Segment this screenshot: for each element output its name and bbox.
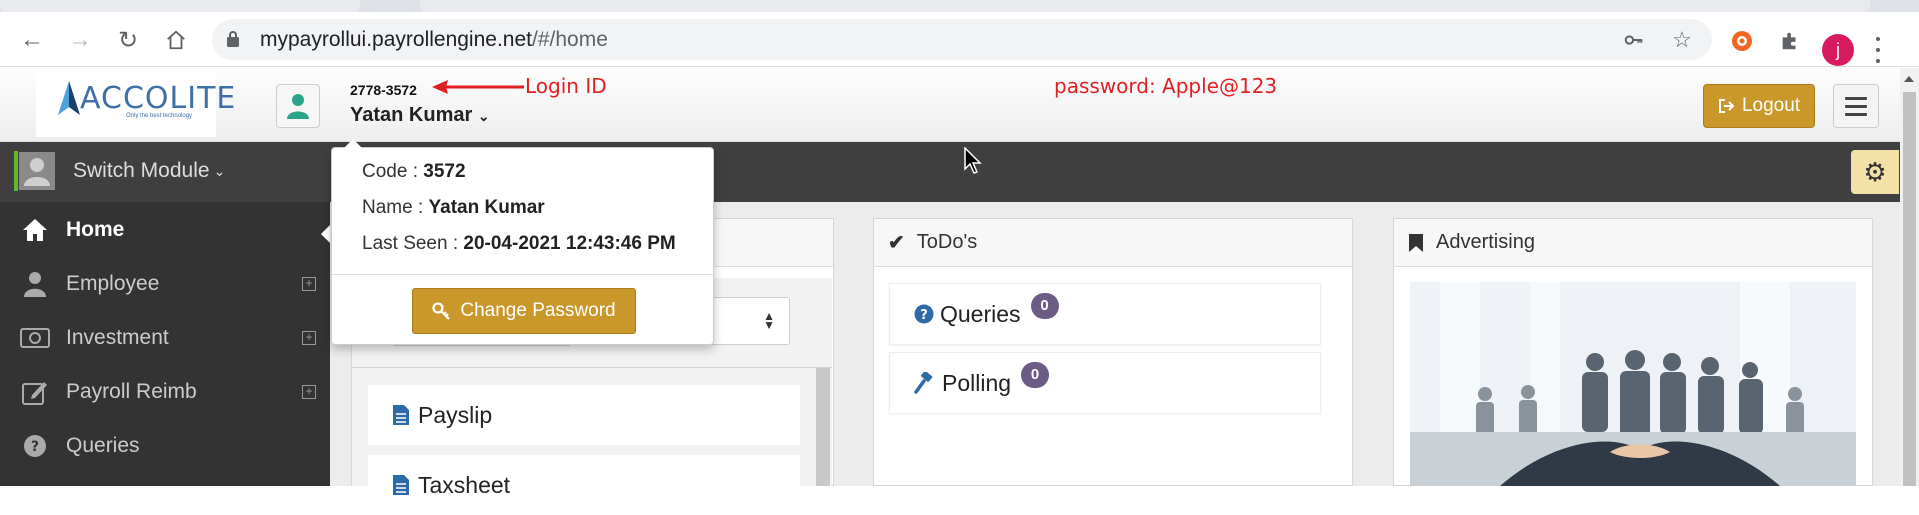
key-icon [432, 302, 451, 320]
switch-module-label: Switch Module [73, 159, 210, 182]
logo-mark-icon [58, 81, 80, 115]
question-icon: ? [914, 304, 934, 324]
logo-text: ACCOLITE [80, 81, 237, 116]
sidebar-item-payroll-reimb[interactable]: Payroll Reimb + [0, 365, 330, 419]
change-password-button[interactable]: Change Password [412, 288, 636, 334]
count-badge: 0 [1021, 362, 1050, 388]
app-header: ACCOLITE Only the best technology 2778-3… [0, 68, 1900, 142]
browser-toolbar: ← → ↻ mypayrollui.payrollengine.net/#/ho… [0, 12, 1919, 67]
panel-header: ✔ ToDo's [874, 219, 1352, 267]
switch-module-dropdown[interactable]: Switch Module ⌄ [14, 151, 225, 191]
puzzle-icon[interactable] [1776, 27, 1804, 55]
browser-tab-active[interactable] [420, 0, 1870, 12]
lock-icon [227, 31, 239, 47]
browser-tab[interactable] [0, 0, 360, 12]
list-scrollbar[interactable] [816, 368, 830, 486]
edit-icon [20, 377, 50, 407]
panel-header: Advertising [1394, 219, 1872, 267]
module-avatar [19, 152, 55, 190]
scroll-up-icon[interactable] [1904, 76, 1914, 82]
home-icon[interactable] [158, 22, 194, 58]
question-icon: ? [20, 431, 50, 461]
advertising-image[interactable] [1410, 282, 1856, 486]
logout-button[interactable]: Logout [1703, 84, 1815, 128]
popup-name-row: Name : Yatan Kumar [362, 197, 545, 218]
sidebar-item-label: Employee [66, 272, 160, 295]
popup-caret [344, 139, 362, 148]
count-badge: 0 [1030, 293, 1059, 319]
sidebar-item-label: Payroll Reimb [66, 380, 197, 403]
browser-menu-icon[interactable] [1872, 34, 1884, 66]
svg-text:?: ? [31, 439, 39, 455]
expand-plus-icon[interactable]: + [302, 385, 316, 399]
address-bar[interactable]: mypayrollui.payrollengine.net/#/home ☆ [212, 19, 1712, 60]
todo-polling[interactable]: Polling 0 [889, 352, 1321, 414]
list-item-taxsheet[interactable]: Taxsheet [368, 455, 800, 515]
logo-tagline: Only the best technology [126, 113, 193, 119]
popup-divider [332, 274, 715, 275]
page-scrollbar[interactable] [1900, 68, 1919, 486]
sidebar-item-label: Investment [66, 326, 169, 349]
forward-icon[interactable]: → [62, 22, 98, 58]
user-name-dropdown[interactable]: Yatan Kumar ⌄ [350, 104, 490, 127]
bookmark-icon [1409, 233, 1423, 252]
svg-text:?: ? [920, 308, 928, 323]
document-icon [393, 475, 409, 495]
user-icon [287, 94, 309, 119]
url-text: mypayrollui.payrollengine.net/#/home [260, 28, 608, 51]
browser-tab-strip [0, 0, 1919, 12]
annotation-login-id: Login ID [525, 74, 607, 98]
scrollbar-thumb[interactable] [1903, 92, 1916, 486]
sign-out-icon [1718, 99, 1735, 113]
reload-icon[interactable]: ↻ [110, 22, 146, 58]
expand-plus-icon[interactable]: + [302, 331, 316, 345]
expand-plus-icon[interactable]: + [302, 277, 316, 291]
user-icon [20, 269, 50, 299]
back-icon[interactable]: ← [14, 22, 50, 58]
popup-code-row: Code : 3572 [362, 161, 466, 182]
gavel-icon [914, 372, 933, 394]
todo-queries[interactable]: ? Queries 0 [889, 283, 1321, 345]
extension-icon[interactable] [1728, 27, 1756, 55]
module-bar [0, 142, 1900, 202]
chevron-down-icon: ⌄ [213, 162, 226, 179]
list-item-payslip[interactable]: Payslip [368, 385, 800, 445]
mouse-cursor-icon [964, 147, 982, 174]
sidebar-item-label: Home [66, 218, 125, 241]
active-indicator [14, 151, 18, 191]
home-icon [20, 215, 50, 245]
login-id: 2778-3572 [350, 82, 417, 98]
sidebar-item-investment[interactable]: Investment + [0, 311, 330, 365]
panel-title: Advertising [1436, 231, 1535, 253]
menu-toggle-button[interactable] [1833, 84, 1879, 128]
sidebar-item-queries[interactable]: ? Queries [0, 419, 330, 473]
money-icon [20, 323, 50, 353]
document-icon [393, 405, 409, 425]
annotation-password: password: Apple@123 [1054, 74, 1278, 98]
panel-title: ToDo's [916, 231, 978, 253]
company-logo[interactable]: ACCOLITE Only the best technology [36, 69, 235, 137]
key-icon[interactable] [1622, 28, 1646, 52]
sidebar-item-employee[interactable]: Employee + [0, 257, 330, 311]
select-arrows-icon: ▲ ▼ [763, 309, 775, 332]
annotation-arrow [432, 80, 524, 94]
star-icon[interactable]: ☆ [1670, 27, 1694, 52]
popup-last-seen-row: Last Seen : 20-04-2021 12:43:46 PM [362, 233, 676, 254]
user-info-popup: Code : 3572 Name : Yatan Kumar Last Seen… [331, 139, 715, 345]
sidebar-item-label: Queries [66, 434, 140, 457]
sidebar-item-home[interactable]: Home [0, 203, 330, 257]
settings-gear-icon[interactable]: ⚙ [1851, 150, 1899, 194]
profile-avatar[interactable]: j [1822, 34, 1854, 66]
checkmark-icon: ✔ [888, 232, 905, 254]
user-profile-button[interactable] [276, 84, 320, 128]
chevron-down-icon: ⌄ [477, 108, 490, 124]
